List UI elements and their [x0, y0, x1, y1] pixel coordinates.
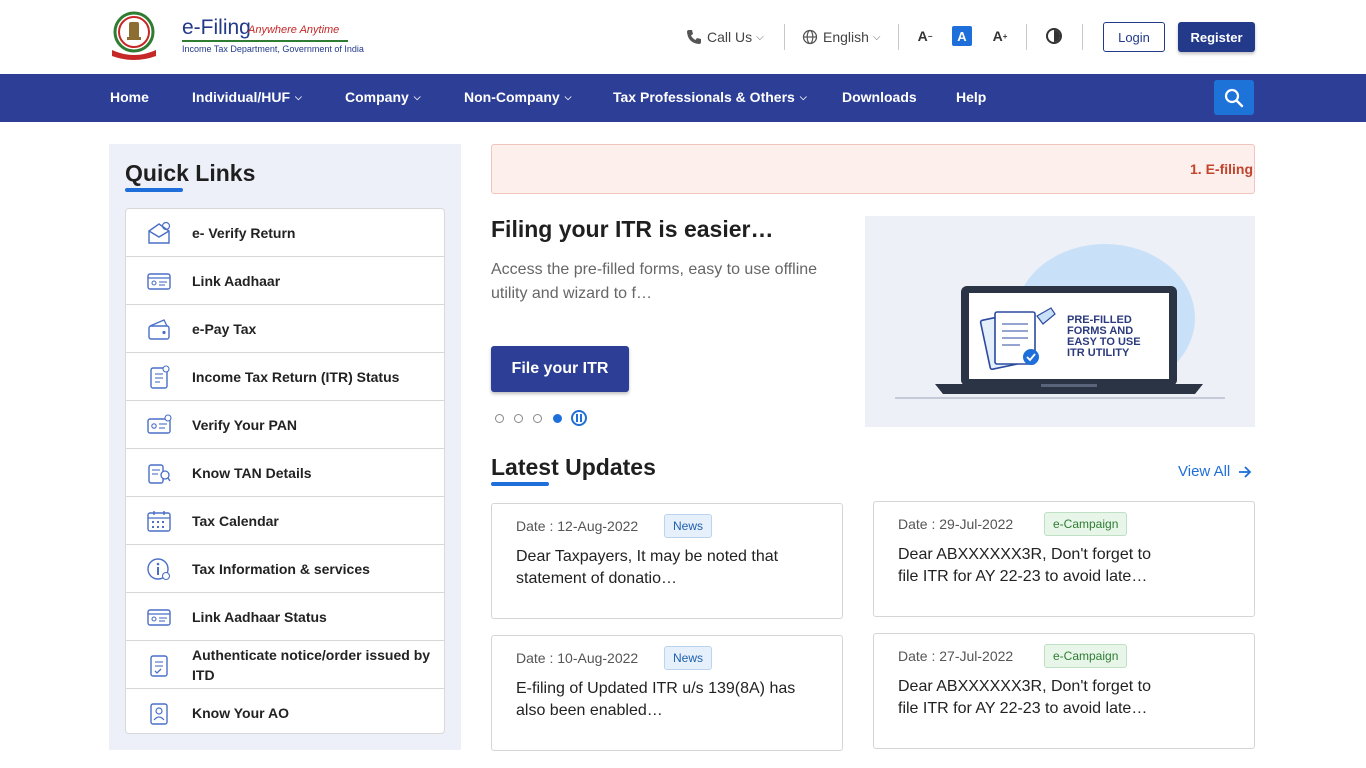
- nav-item-tax-professionals[interactable]: Tax Professionals & Others ⌵: [613, 89, 807, 105]
- laptop-illustration-icon: PRE-FILLED FORMS AND EASY TO USE ITR UTI…: [895, 244, 1225, 399]
- latest-updates-title: Latest Updates: [491, 454, 656, 480]
- calendar-icon: [147, 510, 171, 532]
- update-date: Date : 10-Aug-2022: [516, 650, 639, 666]
- carousel-pause-button[interactable]: [571, 410, 587, 426]
- update-text: Dear ABXXXXXX3R, Don't forget to file IT…: [898, 546, 1151, 585]
- divider: [784, 24, 785, 50]
- file-itr-button[interactable]: File your ITR: [491, 346, 629, 392]
- carousel-dot-2[interactable]: [514, 414, 523, 423]
- title-underline: [125, 188, 183, 192]
- chevron-down-icon: ⌵: [799, 91, 807, 102]
- quick-link-link-aadhaar[interactable]: Link Aadhaar: [126, 257, 444, 305]
- language-label: English: [823, 29, 869, 45]
- emblem-icon: [112, 11, 156, 60]
- quick-link-know-tan[interactable]: Know TAN Details: [126, 449, 444, 497]
- nav-item-downloads[interactable]: Downloads: [842, 89, 917, 105]
- search-button[interactable]: [1214, 80, 1254, 115]
- marquee-text: 1. E-filing: [1190, 161, 1253, 177]
- quick-link-tax-calendar[interactable]: Tax Calendar: [126, 497, 444, 545]
- font-decrease-button[interactable]: A −: [915, 26, 935, 46]
- pause-icon: [576, 414, 582, 422]
- hero-illustration: PRE-FILLED FORMS AND EASY TO USE ITR UTI…: [865, 216, 1255, 427]
- announcement-marquee[interactable]: 1. E-filing: [491, 144, 1255, 194]
- carousel-dot-4[interactable]: [553, 414, 562, 423]
- nav-item-help[interactable]: Help: [956, 89, 986, 105]
- carousel-dot-1[interactable]: [495, 414, 504, 423]
- nav-item-home[interactable]: Home: [110, 89, 149, 105]
- font-increase-button[interactable]: A +: [990, 26, 1010, 46]
- divider: [898, 24, 899, 50]
- update-card[interactable]: Date : 12-Aug-2022 News Dear Taxpayers, …: [491, 503, 843, 619]
- logo-title: e-Filing: [182, 16, 251, 39]
- update-badge: News: [664, 646, 713, 670]
- quick-link-link-aadhaar-status[interactable]: Link Aadhaar Status: [126, 593, 444, 641]
- chevron-down-icon: ⌵: [564, 91, 572, 102]
- quick-links-title: Quick Links: [125, 160, 256, 186]
- divider: [1082, 24, 1083, 50]
- top-header: e-Filing Anywhere Anytime Income Tax Dep…: [0, 0, 1366, 74]
- title-underline: [491, 482, 549, 486]
- aadhaar-card-icon: [147, 272, 171, 290]
- quick-links-panel: Quick Links e- Verify Return Link Aadhaa…: [109, 144, 461, 750]
- hero-title: Filing your ITR is easier…: [491, 216, 774, 242]
- quick-link-know-your-ao[interactable]: Know Your AO: [126, 689, 444, 737]
- chevron-down-icon: ⌵: [872, 31, 881, 43]
- arrow-right-icon: [1239, 465, 1252, 478]
- chevron-down-icon: ⌵: [295, 91, 302, 102]
- update-card[interactable]: Date : 29-Jul-2022 e-Campaign Dear ABXXX…: [873, 501, 1255, 617]
- pan-card-icon: [147, 413, 172, 434]
- document-icon: [150, 364, 170, 389]
- call-us-label: Call Us: [707, 29, 753, 45]
- update-date: Date : 27-Jul-2022: [898, 648, 1014, 664]
- aadhaar-status-icon: [147, 608, 171, 626]
- register-button[interactable]: Register: [1178, 22, 1255, 52]
- quick-link-authenticate-notice[interactable]: Authenticate notice/order issued by ITD: [126, 641, 444, 689]
- hero-description: Access the pre-filled forms, easy to use…: [491, 261, 818, 302]
- nav-item-individual-huf[interactable]: Individual/HUF ⌵: [192, 89, 302, 105]
- update-card[interactable]: Date : 10-Aug-2022 News E-filing of Upda…: [491, 635, 843, 751]
- quick-link-itr-status[interactable]: Income Tax Return (ITR) Status: [126, 353, 444, 401]
- update-badge: News: [664, 514, 713, 538]
- language-dropdown[interactable]: English ⌵: [802, 22, 881, 52]
- chevron-down-icon: ⌵: [413, 91, 421, 102]
- svg-text:ITR UTILITY: ITR UTILITY: [1067, 347, 1130, 359]
- call-us-dropdown[interactable]: Call Us ⌵: [686, 22, 764, 52]
- logo-subtitle: Income Tax Department, Government of Ind…: [182, 44, 364, 54]
- font-normal-button[interactable]: A: [952, 26, 972, 46]
- contrast-toggle-icon[interactable]: [1046, 28, 1062, 44]
- update-date: Date : 29-Jul-2022: [898, 516, 1014, 532]
- globe-icon: [802, 29, 818, 45]
- chevron-down-icon: ⌵: [756, 31, 764, 43]
- efiling-logo[interactable]: e-Filing Anywhere Anytime Income Tax Dep…: [110, 10, 364, 60]
- logo-rule: [182, 40, 348, 42]
- notice-icon: [150, 654, 168, 677]
- quick-link-e-verify-return[interactable]: e- Verify Return: [126, 209, 444, 257]
- update-text: E-filing of Updated ITR u/s 139(8A) has …: [516, 680, 796, 719]
- nav-item-non-company[interactable]: Non-Company ⌵: [464, 89, 572, 105]
- nav-item-company[interactable]: Company ⌵: [345, 89, 421, 105]
- login-button[interactable]: Login: [1103, 22, 1165, 52]
- phone-icon: [687, 30, 701, 44]
- view-all-link[interactable]: View All: [1178, 463, 1253, 480]
- wallet-icon: [148, 318, 170, 340]
- update-badge: e-Campaign: [1044, 644, 1128, 668]
- search-icon: [1224, 88, 1244, 107]
- quick-link-tax-information[interactable]: Tax Information & services: [126, 545, 444, 593]
- officer-icon: [150, 703, 168, 725]
- quick-links-list: e- Verify Return Link Aadhaar e-Pay Tax …: [125, 208, 445, 734]
- quick-link-verify-pan[interactable]: Verify Your PAN: [126, 401, 444, 449]
- verify-return-icon: [148, 221, 171, 244]
- divider: [1026, 24, 1027, 50]
- tan-document-icon: [148, 463, 171, 484]
- update-text: Dear ABXXXXXX3R, Don't forget to file IT…: [898, 678, 1151, 717]
- carousel-dot-3[interactable]: [533, 414, 542, 423]
- info-icon: [147, 557, 171, 580]
- update-card[interactable]: Date : 27-Jul-2022 e-Campaign Dear ABXXX…: [873, 633, 1255, 749]
- quick-link-e-pay-tax[interactable]: e-Pay Tax: [126, 305, 444, 353]
- logo-tagline: Anywhere Anytime: [248, 24, 340, 36]
- update-date: Date : 12-Aug-2022: [516, 518, 639, 534]
- update-text: Dear Taxpayers, It may be noted that sta…: [516, 548, 779, 587]
- main-nav: Home Individual/HUF ⌵ Company ⌵ Non-Compan…: [0, 74, 1366, 122]
- update-badge: e-Campaign: [1044, 512, 1128, 536]
